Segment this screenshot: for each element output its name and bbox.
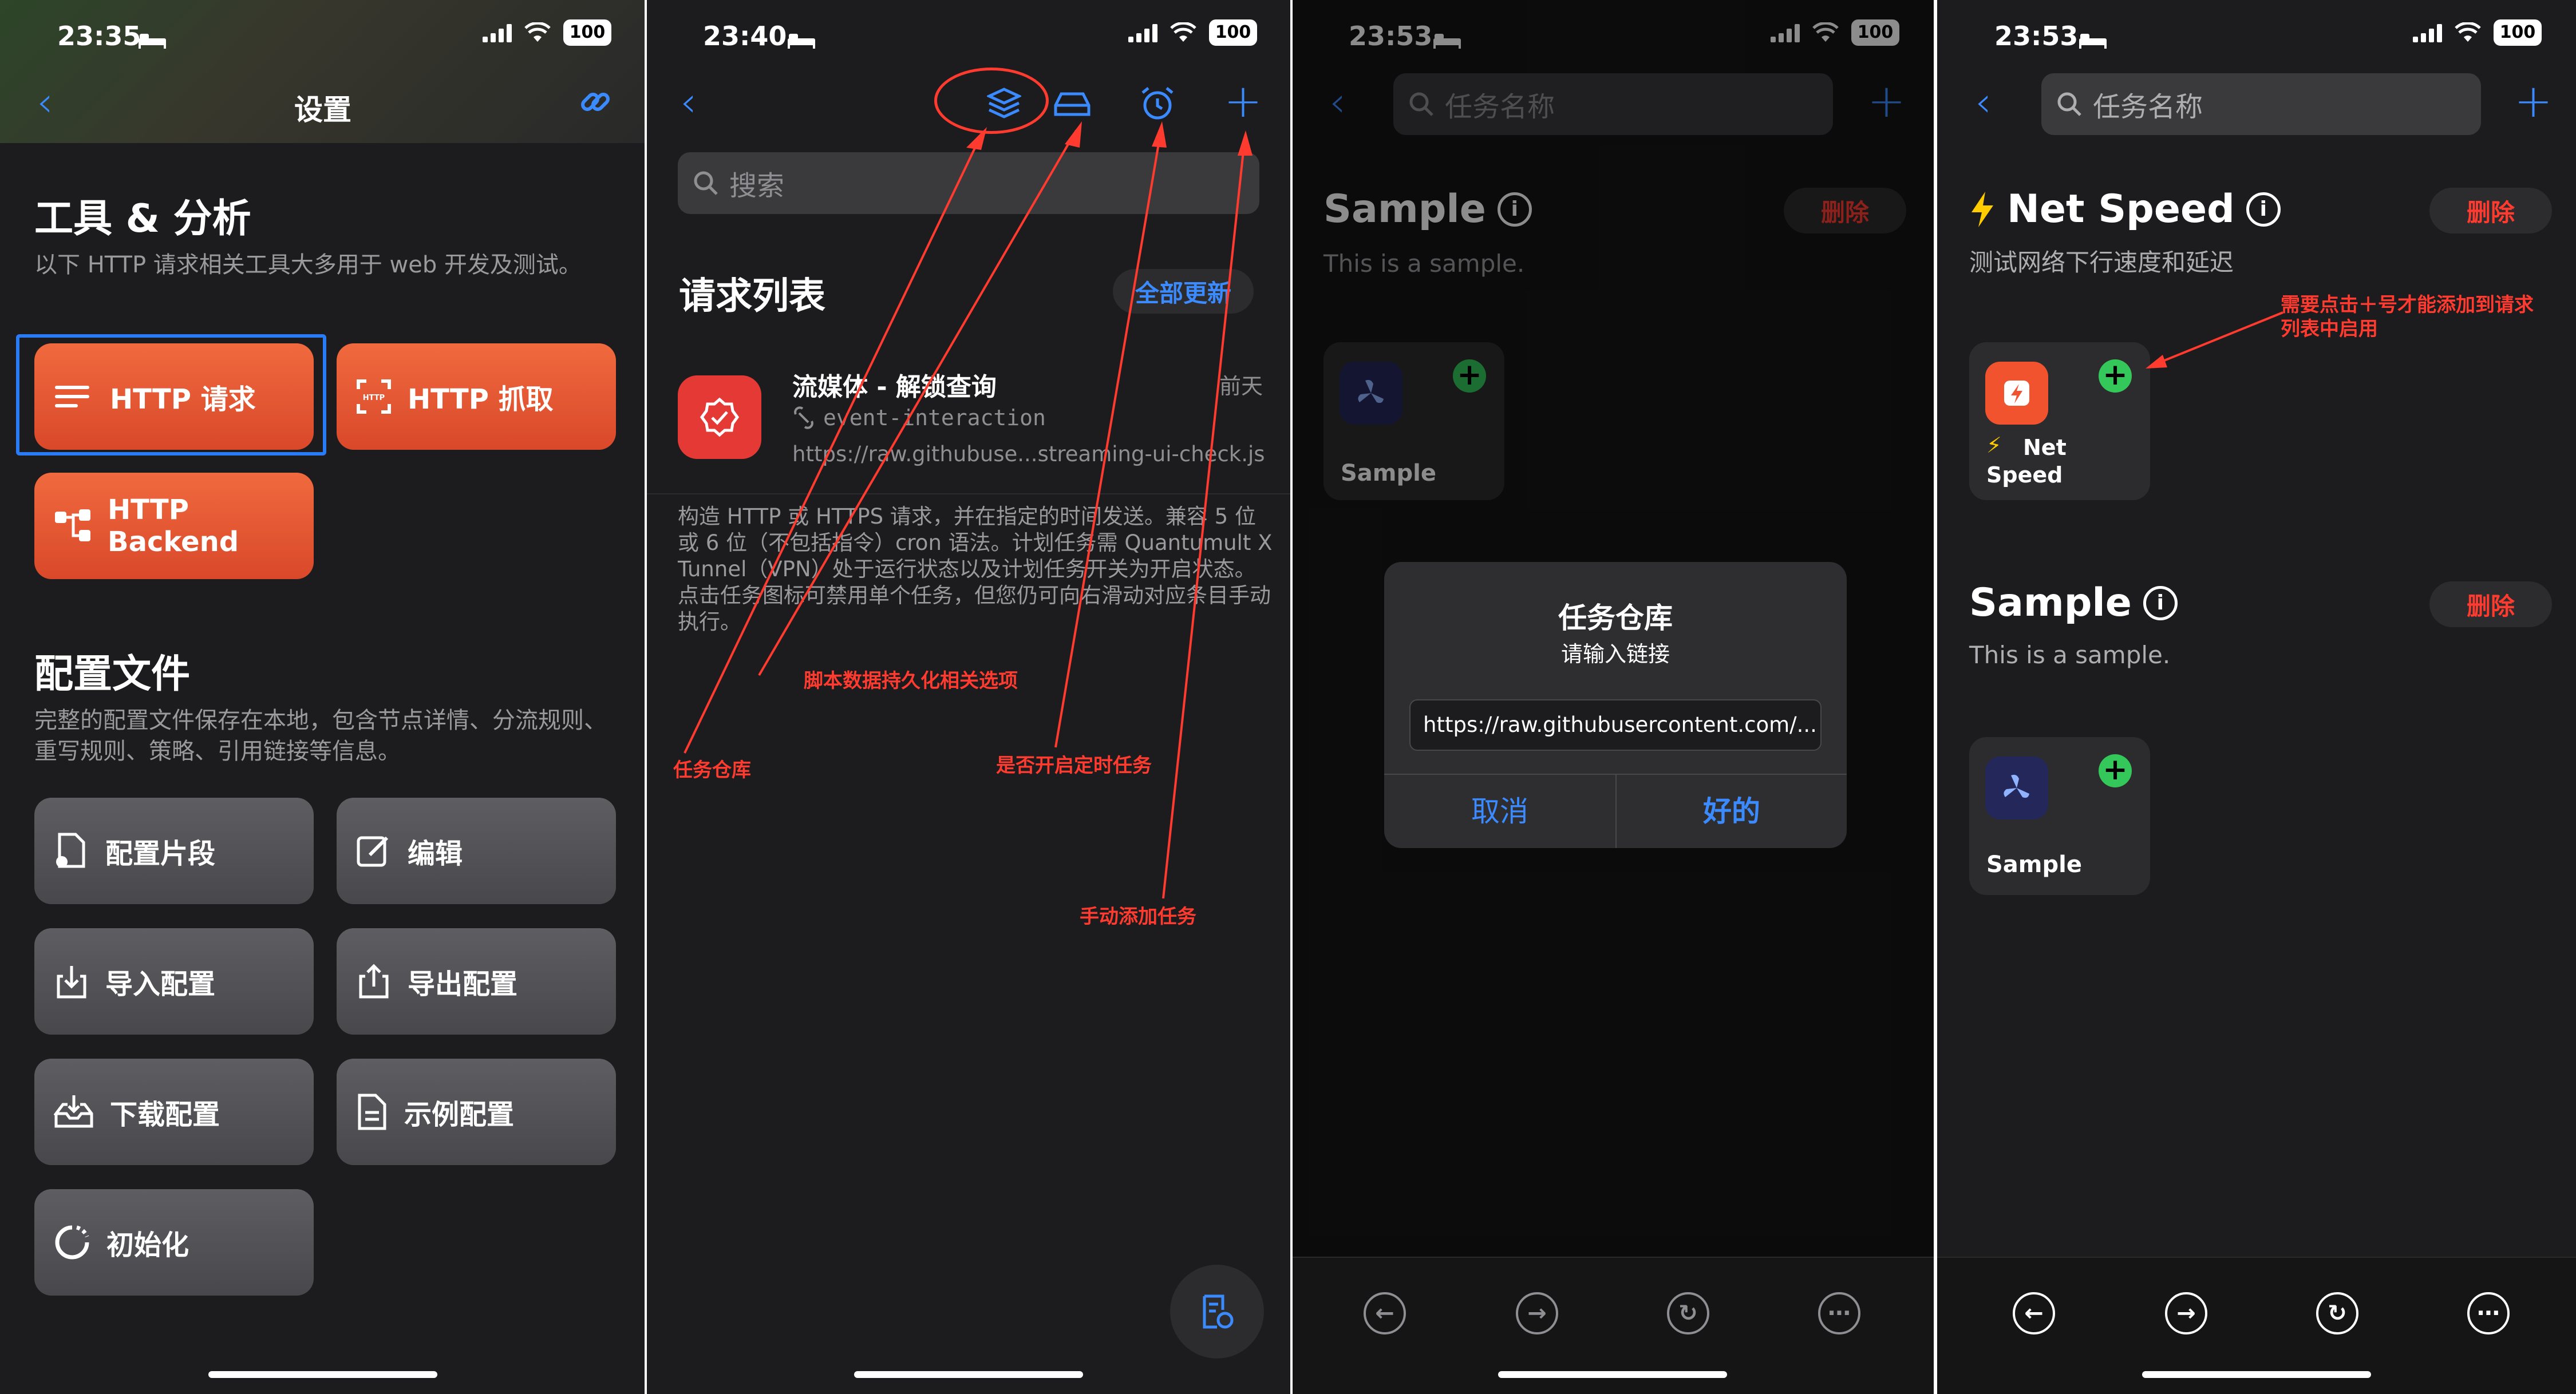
capture-icon: HTTP [357,379,391,414]
import-icon [57,966,86,999]
annotation-timer: 是否开启定时任务 [996,754,1152,777]
list-icon [55,386,89,407]
config-snippet-button[interactable]: 配置片段 [34,798,314,904]
annotation-add: 需要点击＋号才能添加到请求列表中启用 [2281,294,2534,340]
reset-circle-icon [55,1225,89,1260]
annotation-arrows [683,121,1253,899]
http-backend-label: HTTP Backend [108,494,239,558]
annotation-arrow [2146,311,2283,369]
home-indicator [854,1371,1083,1378]
import-config-label: 导入配置 [105,968,216,1000]
link-icon[interactable] [578,85,613,121]
cancel-button[interactable]: 取消 [1384,775,1615,848]
bed-icon [137,24,167,55]
tools-heading: 工具 & 分析 [34,196,251,241]
export-config-button[interactable]: 导出配置 [337,928,616,1035]
wifi-icon [524,22,551,42]
home-indicator [1498,1371,1727,1378]
more-icon[interactable]: ⋯ [2467,1292,2510,1334]
download-config-button[interactable]: 下载配置 [34,1059,314,1165]
nav-title: 设置 [294,93,351,126]
config-snippet-label: 配置片段 [105,838,216,870]
example-config-label: 示例配置 [404,1099,515,1131]
cellular-icon [483,23,512,42]
status-bar: 23:35 100 [0,15,646,55]
sample-app-icon [1985,757,2048,819]
home-indicator [2142,1371,2371,1378]
edit-label: 编辑 [408,838,463,870]
share-icon [359,964,389,999]
document-check-icon [1203,1294,1234,1329]
annotation-repo: 任务仓库 [673,759,751,782]
floating-log-button[interactable] [1170,1265,1264,1359]
delete-button-2[interactable]: 删除 [2429,581,2552,627]
info-icon[interactable]: i [2143,585,2178,620]
refresh-icon[interactable]: ↻ [1667,1292,1709,1334]
tools-description: 以下 HTTP 请求相关工具大多用于 web 开发及测试。 [34,252,582,278]
more-icon[interactable]: ⋯ [1818,1292,1860,1334]
task-repo-panel: 23:53 100 ‹ 任务名称 + Net Speed i 删除 测试网络下行… [1937,0,2576,1394]
add-task-icon[interactable]: + [2099,754,2132,787]
panel-separator [1935,0,1937,1394]
document-gear-icon [56,833,85,868]
annotation-persist: 脚本数据持久化相关选项 [804,670,1018,692]
http-backend-button[interactable]: HTTP Backend [34,473,314,579]
ok-button[interactable]: 好的 [1617,775,1847,848]
section2-description: This is a sample. [1969,641,2171,669]
refresh-icon[interactable]: ↻ [2316,1292,2358,1334]
task-repo-dialog: 任务仓库 请输入链接 https://raw.githubusercontent… [1384,562,1847,848]
task-repo-dialog-panel: 23:53 100 ‹ 任务名称 + Sample i 删除 This is a… [1291,0,1934,1394]
tile2-label: Sample [1986,852,2082,878]
panel-separator [645,0,647,1394]
config-description: 完整的配置文件保存在本地，包含节点详情、分流规则、重写规则、策略、引用链接等信息… [34,707,607,765]
network-icon [55,509,90,541]
forward-arrow-icon[interactable]: → [2165,1292,2207,1334]
fan-icon [2004,774,2029,798]
config-heading: 配置文件 [34,652,191,697]
panel-separator [1290,0,1293,1394]
document-icon [358,1094,386,1130]
section2-title-row: Sample i [1969,580,2178,625]
initialize-button[interactable]: 初始化 [34,1189,314,1296]
svg-text:HTTP: HTTP [363,394,385,402]
section2-title: Sample [1969,580,2132,625]
dialog-subtitle: 请输入链接 [1560,641,1670,667]
settings-panel: 23:35 100 ‹ 设置 工具 & 分析 以下 HTTP 请求相关工具大多用… [0,0,646,1394]
import-config-button[interactable]: 导入配置 [34,928,314,1035]
download-config-label: 下载配置 [110,1099,220,1131]
http-request-label: HTTP 请求 [110,383,256,415]
initialize-label: 初始化 [106,1229,189,1261]
dialog-title: 任务仓库 [1558,601,1673,635]
forward-arrow-icon[interactable]: → [1516,1292,1558,1334]
export-config-label: 导出配置 [408,968,518,1000]
example-config-button[interactable]: 示例配置 [337,1059,616,1165]
download-tray-icon [54,1095,93,1128]
http-capture-button[interactable]: HTTP HTTP 抓取 [337,343,616,450]
request-list-panel: 23:40 100 ‹ + 搜索 请求列表 全部更新 流媒体 - 解锁查询 前天… [646,0,1291,1394]
http-capture-label: HTTP 抓取 [408,383,554,415]
back-arrow-icon[interactable]: ← [1364,1292,1406,1334]
http-request-button[interactable]: HTTP 请求 [34,343,314,450]
sample-tile[interactable]: + Sample [1969,737,2150,895]
home-indicator [208,1371,437,1378]
back-arrow-icon[interactable]: ← [2013,1292,2055,1334]
edit-icon [357,836,389,867]
battery-indicator: 100 [563,19,611,46]
annotation-manual: 手动添加任务 [1080,905,1196,928]
edit-button[interactable]: 编辑 [337,798,616,904]
back-button[interactable]: ‹ [37,81,53,122]
repo-url-input[interactable]: https://raw.githubusercontent.com/... [1409,699,1822,751]
status-time: 23:35 [57,21,141,52]
